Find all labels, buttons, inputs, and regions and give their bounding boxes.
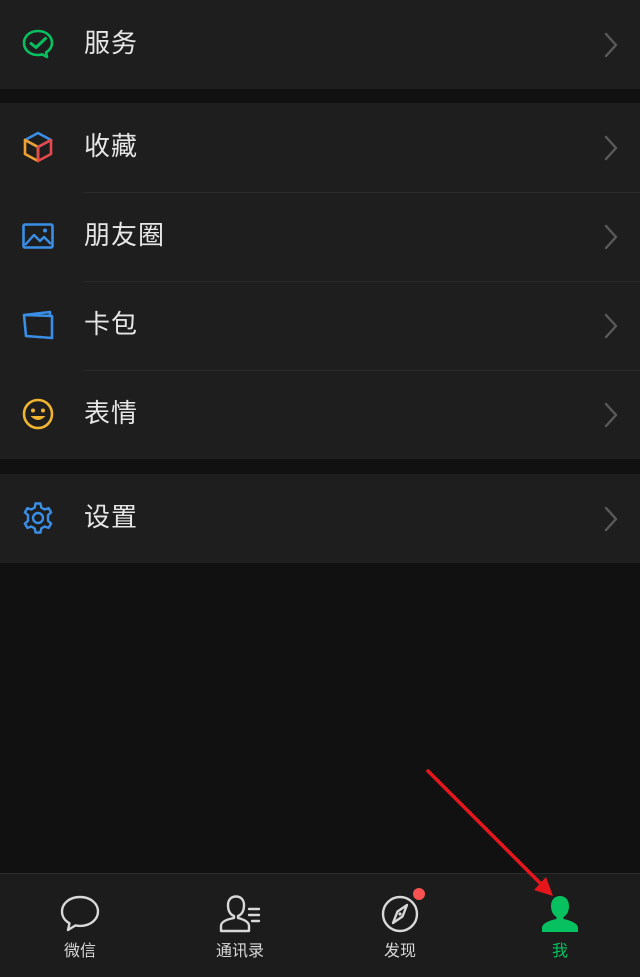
tab-label: 发现 bbox=[383, 941, 416, 960]
discover-badge-dot bbox=[413, 888, 425, 900]
menu-item-label: 收藏 bbox=[84, 132, 139, 162]
menu-item-label: 卡包 bbox=[84, 310, 139, 340]
smiley-icon bbox=[20, 396, 56, 432]
chevron-right-icon bbox=[604, 32, 618, 58]
chevron-right-icon bbox=[604, 135, 618, 161]
tab-chats[interactable]: 微信 bbox=[0, 874, 160, 977]
me-page: 服务 收藏 朋友圈 卡包 表情 设置 微信 通讯录 发现 我 bbox=[0, 0, 640, 977]
menu-item-settings[interactable]: 设置 bbox=[0, 474, 640, 563]
menu-item-label: 朋友圈 bbox=[84, 221, 166, 251]
tab-label: 微信 bbox=[63, 941, 96, 960]
menu-item-favorites[interactable]: 收藏 bbox=[0, 103, 640, 192]
person-icon bbox=[536, 892, 584, 936]
menu-item-label: 表情 bbox=[84, 399, 139, 429]
settings-group-services: 服务 bbox=[0, 0, 640, 89]
chevron-right-icon bbox=[604, 402, 618, 428]
cube-icon bbox=[20, 129, 56, 165]
tab-discover[interactable]: 发现 bbox=[320, 874, 480, 977]
wechat-pay-check-icon bbox=[20, 26, 56, 62]
wallet-icon bbox=[20, 307, 56, 343]
gear-icon bbox=[20, 500, 56, 536]
settings-group-main: 收藏 朋友圈 卡包 表情 bbox=[0, 103, 640, 459]
chevron-right-icon bbox=[604, 506, 618, 532]
picture-icon bbox=[20, 218, 56, 254]
menu-item-services[interactable]: 服务 bbox=[0, 0, 640, 89]
chevron-right-icon bbox=[604, 224, 618, 250]
contacts-icon bbox=[216, 892, 264, 936]
menu-item-cards[interactable]: 卡包 bbox=[0, 281, 640, 370]
menu-item-label: 服务 bbox=[84, 29, 139, 59]
tab-contacts[interactable]: 通讯录 bbox=[160, 874, 320, 977]
menu-item-stickers[interactable]: 表情 bbox=[0, 370, 640, 459]
tab-label: 通讯录 bbox=[215, 941, 264, 960]
tab-label: 我 bbox=[551, 941, 568, 960]
settings-group-settings: 设置 bbox=[0, 474, 640, 563]
menu-item-label: 设置 bbox=[84, 503, 139, 533]
chevron-right-icon bbox=[604, 313, 618, 339]
chat-bubble-icon bbox=[56, 892, 104, 936]
menu-item-moments[interactable]: 朋友圈 bbox=[0, 192, 640, 281]
tab-me[interactable]: 我 bbox=[480, 874, 640, 977]
bottom-tab-bar: 微信 通讯录 发现 我 bbox=[0, 873, 640, 977]
